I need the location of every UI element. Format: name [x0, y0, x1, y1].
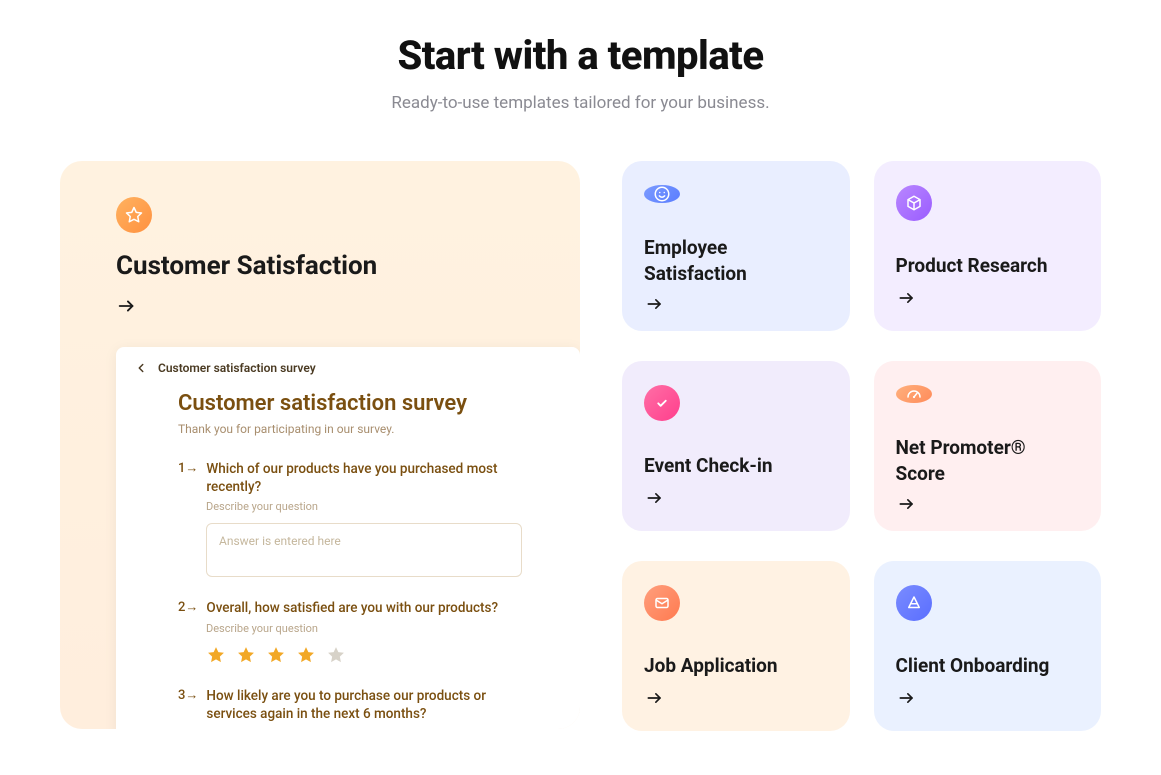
template-card-client-onboarding[interactable]: Client Onboarding — [874, 561, 1102, 731]
survey-back-label: Customer satisfaction survey — [158, 361, 316, 375]
question-number: 2→ — [178, 599, 198, 617]
template-card-employee-satisfaction[interactable]: Employee Satisfaction — [622, 161, 850, 331]
star-icon[interactable] — [296, 645, 316, 665]
mail-icon — [644, 585, 680, 621]
star-outline-icon — [116, 197, 152, 233]
arrow-right-icon[interactable] — [644, 687, 666, 709]
cube-icon — [896, 185, 932, 221]
gauge-icon — [896, 385, 932, 403]
template-card-net-promoter-score[interactable]: Net Promoter® Score — [874, 361, 1102, 531]
arrow-right-icon[interactable] — [896, 494, 918, 514]
question-text: Overall, how satisfied are you with our … — [206, 599, 498, 617]
star-rating[interactable] — [206, 645, 522, 665]
chevron-left-icon[interactable] — [134, 361, 148, 375]
survey-preview-panel: Customer satisfaction survey Customer sa… — [116, 347, 580, 729]
template-card-job-application[interactable]: Job Application — [622, 561, 850, 731]
template-card-title: Job Application — [644, 653, 828, 679]
star-icon[interactable] — [266, 645, 286, 665]
survey-title: Customer satisfaction survey — [178, 391, 522, 416]
question-number: 1→ — [178, 460, 198, 496]
page-subtitle: Ready-to-use templates tailored for your… — [60, 93, 1101, 113]
smile-icon — [644, 185, 680, 203]
answer-input[interactable]: Answer is entered here — [206, 523, 522, 577]
question-description: Describe your question — [206, 622, 522, 635]
template-card-title: Employee Satisfaction — [644, 235, 828, 286]
template-card-title: Event Check-in — [644, 453, 828, 479]
question-text: Which of our products have you purchased… — [206, 460, 522, 496]
arrow-right-icon[interactable] — [896, 287, 918, 309]
arrow-right-icon[interactable] — [644, 487, 666, 509]
question-description: Describe your question — [206, 500, 522, 513]
template-card-customer-satisfaction[interactable]: Customer Satisfaction Customer satisfact… — [60, 161, 580, 729]
pyramid-icon — [896, 585, 932, 621]
template-card-title: Net Promoter® Score — [896, 435, 1080, 486]
arrow-right-icon[interactable] — [896, 687, 918, 709]
template-card-title: Client Onboarding — [896, 653, 1080, 679]
question-number: 3→ — [178, 687, 198, 723]
question-text: How likely are you to purchase our produ… — [206, 687, 522, 723]
star-icon[interactable] — [236, 645, 256, 665]
arrow-right-icon[interactable] — [644, 294, 666, 314]
arrow-right-icon[interactable] — [116, 295, 138, 317]
template-card-title: Product Research — [896, 253, 1080, 279]
survey-intro: Thank you for participating in our surve… — [178, 422, 522, 436]
star-icon[interactable] — [326, 645, 346, 665]
template-card-event-check-in[interactable]: Event Check-in — [622, 361, 850, 531]
check-icon — [644, 385, 680, 421]
star-icon[interactable] — [206, 645, 226, 665]
template-card-title: Customer Satisfaction — [116, 251, 524, 281]
template-card-product-research[interactable]: Product Research — [874, 161, 1102, 331]
page-title: Start with a template — [60, 32, 1101, 79]
